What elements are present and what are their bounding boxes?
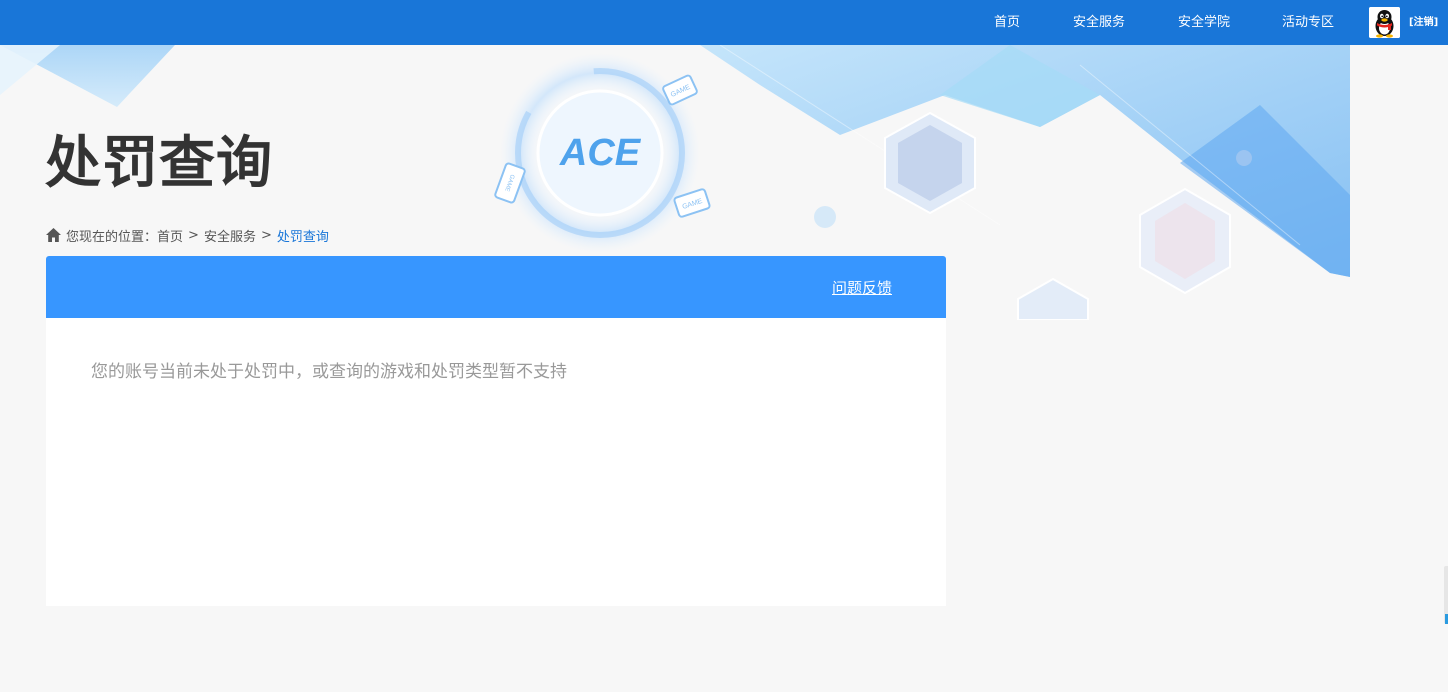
breadcrumb-prefix: 您现在的位置： [66, 229, 158, 245]
breadcrumb-item-home[interactable]: 首页 [157, 226, 183, 245]
ace-logo-text: ACE [559, 132, 642, 174]
breadcrumb-current: 处罚查询 [276, 229, 329, 245]
nav-item-events[interactable]: 活动专区 [1282, 0, 1334, 45]
status-message: 您的账号当前未处于处罚中，或查询的游戏和处罚类型暂不支持 [91, 362, 567, 382]
breadcrumb: 您现在的位置： 首页 > 安全服务 > 处罚查询 [46, 226, 329, 245]
penguin-avatar-icon [1369, 7, 1400, 38]
page-title: 处罚查询 [45, 131, 273, 196]
feedback-link[interactable]: 问题反馈 [832, 277, 892, 298]
top-nav-bar: 首页 安全服务 安全学院 活动专区 [注销] [0, 0, 1448, 45]
breadcrumb-separator: > [188, 227, 199, 243]
result-panel-header: 问题反馈 [46, 256, 946, 318]
user-avatar[interactable] [1369, 7, 1400, 38]
nav-item-home[interactable]: 首页 [994, 0, 1020, 45]
breadcrumb-separator: > [260, 227, 272, 243]
logout-link[interactable]: [注销] [1409, 0, 1438, 45]
nav-item-security-service[interactable]: 安全服务 [1073, 0, 1125, 45]
breadcrumb-item-security-service[interactable]: 安全服务 [204, 226, 256, 245]
home-icon [46, 228, 61, 242]
nav-item-security-academy[interactable]: 安全学院 [1178, 0, 1230, 45]
result-panel-body: 您的账号当前未处于处罚中，或查询的游戏和处罚类型暂不支持 [46, 318, 946, 606]
